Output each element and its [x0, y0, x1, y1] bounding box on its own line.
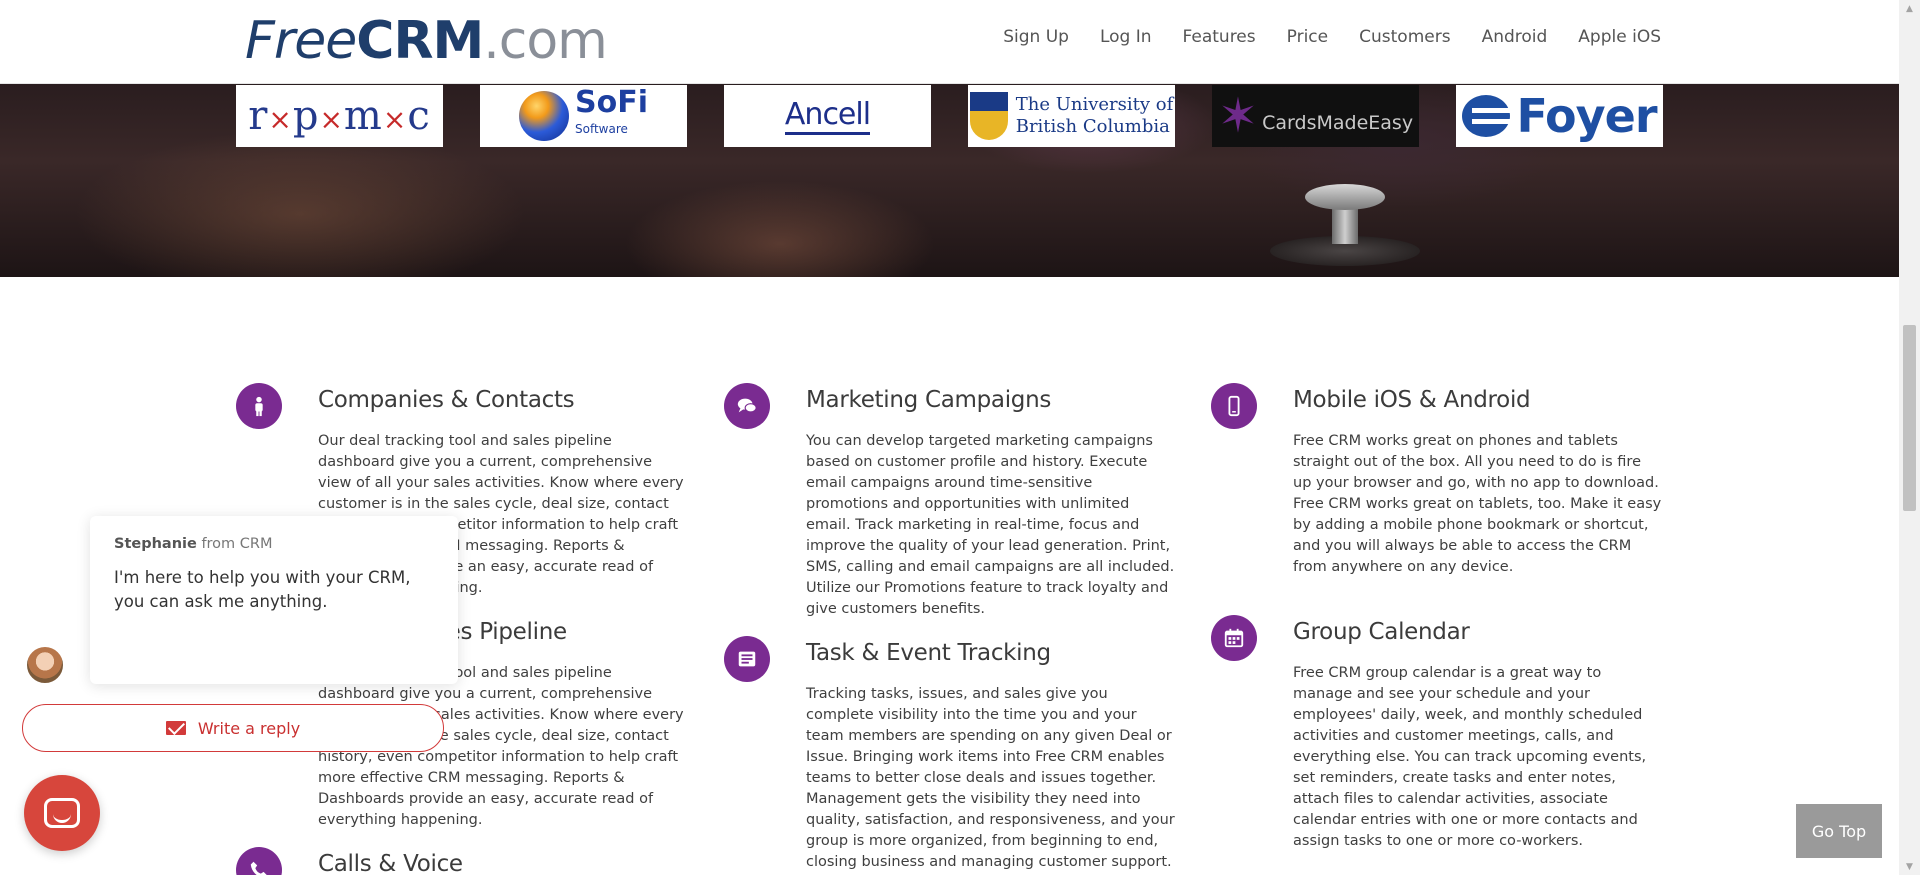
client-logo-ancell: Ancell	[724, 85, 931, 147]
go-top-button[interactable]: Go Top	[1796, 804, 1882, 858]
feature-title: Companies & Contacts	[318, 387, 575, 413]
chat-sender-name: Stephanie	[114, 536, 197, 552]
agent-avatar	[25, 645, 65, 685]
chat-sender-org: from CRM	[201, 536, 273, 552]
chat-launcher-button[interactable]	[24, 775, 100, 851]
nav-price[interactable]: Price	[1287, 26, 1328, 48]
site-header: FreeCRM.com Sign Up Log In Features Pric…	[0, 0, 1899, 84]
feature-description: Free CRM works great on phones and table…	[1293, 433, 1662, 575]
feature-description: Free CRM group calendar is a great way t…	[1293, 665, 1647, 849]
client-logo-ubc: The University of British Columbia	[968, 85, 1175, 147]
nav-features[interactable]: Features	[1183, 26, 1256, 48]
feature-title: Calls & Voice	[318, 851, 463, 875]
phone-icon	[236, 847, 282, 875]
logo-part-free: Free	[245, 11, 357, 71]
feature-title: Marketing Campaigns	[806, 387, 1052, 413]
client-logo-cardsmadeeasy: ✶ CardsMadeEasy	[1212, 85, 1419, 147]
nav-log-in[interactable]: Log In	[1100, 26, 1152, 48]
calendar-icon	[1211, 615, 1257, 661]
scroll-down-arrow-icon[interactable]: ▼	[1899, 858, 1920, 875]
chat-sender-line: Stephanie from CRM	[114, 536, 273, 552]
write-reply-label: Write a reply	[197, 718, 301, 738]
foyer-mark-icon	[1462, 95, 1511, 137]
task-list-icon	[724, 636, 770, 682]
nav-sign-up[interactable]: Sign Up	[1003, 26, 1069, 48]
chat-message-card[interactable]: Stephanie from CRM I'm here to help you …	[90, 516, 458, 684]
feature-description: Tracking tasks, issues, and sales give y…	[806, 686, 1175, 870]
nav-customers[interactable]: Customers	[1359, 26, 1450, 48]
star-icon: ✶	[1217, 88, 1259, 144]
logo-part-crm: CRM	[356, 11, 484, 71]
feature-title: Group Calendar	[1293, 619, 1470, 645]
mobile-phone-icon	[1211, 383, 1257, 429]
logo-part-dotcom: .com	[483, 11, 608, 71]
client-logo-strip: r×p×m×c SoFi Software Ancell The Universi…	[236, 85, 1663, 147]
feature-title: Task & Event Tracking	[806, 640, 1051, 666]
client-logo-foyer: Foyer	[1456, 85, 1663, 147]
person-icon	[236, 383, 282, 429]
client-logo-sofi: SoFi Software	[480, 85, 687, 147]
scroll-up-arrow-icon[interactable]: ▲	[1899, 0, 1920, 17]
page-scrollbar[interactable]: ▲ ▼	[1899, 0, 1920, 875]
feature-title: Mobile iOS & Android	[1293, 387, 1531, 413]
chat-bubbles-icon	[724, 383, 770, 429]
chat-message-text: I'm here to help you with your CRM, you …	[114, 568, 411, 611]
sofi-globe-icon	[519, 91, 569, 141]
nav-android[interactable]: Android	[1482, 26, 1548, 48]
nav-apple-ios[interactable]: Apple iOS	[1578, 26, 1661, 48]
write-reply-button[interactable]: Write a reply	[22, 704, 444, 752]
client-logo-rpmc: r×p×m×c	[236, 85, 443, 147]
feature-description: You can develop targeted marketing campa…	[806, 433, 1175, 617]
main-nav: Sign Up Log In Features Price Customers …	[972, 26, 1661, 48]
scrollbar-thumb[interactable]	[1903, 325, 1916, 511]
chat-icon	[44, 798, 80, 828]
freecrm-logo[interactable]: FreeCRM.com	[245, 10, 608, 72]
envelope-icon	[165, 721, 186, 735]
hero-decor-knob	[1270, 184, 1420, 266]
ubc-shield-icon	[969, 92, 1008, 140]
